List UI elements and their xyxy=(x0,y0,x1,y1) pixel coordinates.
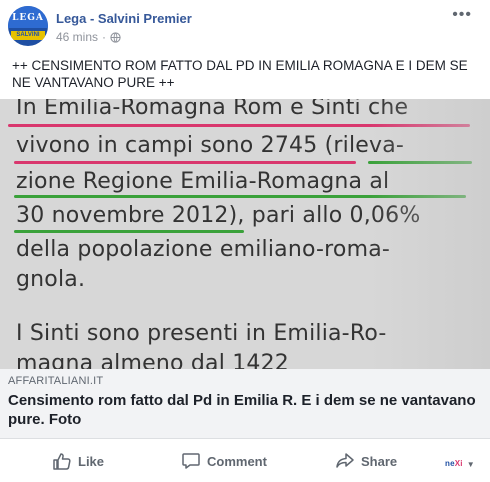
post-meta: 46 mins · xyxy=(56,30,121,44)
page-name-link[interactable]: Lega - Salvini Premier xyxy=(56,11,192,26)
globe-icon[interactable] xyxy=(110,31,121,43)
image-text-line: In Emilia-Romagna Rom e Sinti che xyxy=(16,99,409,120)
image-text-line: I Sinti sono presenti in Emilia-Ro- xyxy=(16,321,387,346)
image-text-line: 30 novembre 2012), pari allo 0,06% xyxy=(16,203,421,228)
link-domain: AFFARITALIANI.IT xyxy=(8,375,104,387)
like-button[interactable]: Like xyxy=(52,450,104,472)
share-label: Share xyxy=(361,453,398,469)
avatar-band-text: SALVINI xyxy=(11,31,45,40)
share-arrow-icon xyxy=(336,453,354,468)
comment-label: Comment xyxy=(207,453,267,469)
nexi-logo-text-b: Xi xyxy=(454,459,463,468)
link-title[interactable]: Censimento rom fatto dal Pd in Emilia R.… xyxy=(8,391,478,429)
chevron-down-icon: ▼ xyxy=(466,459,475,469)
like-label: Like xyxy=(78,453,105,469)
avatar-logo-text: LEGA xyxy=(12,13,44,23)
image-text-line: vivono in campi sono 2745 (rileva- xyxy=(16,133,405,158)
post-actions-bar: Like Comment Share neXi ▼ xyxy=(0,440,490,482)
image-text-line: magna almeno dal 1422 xyxy=(16,351,289,369)
post-timestamp[interactable]: 46 mins xyxy=(56,30,98,44)
green-underline xyxy=(14,230,244,233)
image-text-line: della popolazione emiliano-roma- xyxy=(16,237,391,262)
thumbs-up-icon xyxy=(53,453,71,470)
image-text-line: zione Regione Emilia-Romagna al xyxy=(16,169,390,194)
comment-icon xyxy=(182,453,200,469)
nexi-logo-text-a: ne xyxy=(445,459,455,468)
more-options-icon[interactable]: ••• xyxy=(452,7,472,23)
post-message: ++ CENSIMENTO ROM FATTO DAL PD IN EMILIA… xyxy=(12,58,468,90)
link-preview[interactable]: AFFARITALIANI.IT Censimento rom fatto da… xyxy=(0,369,490,439)
post-as-selector[interactable]: neXi ▼ xyxy=(445,453,475,475)
comment-button[interactable]: Comment xyxy=(181,450,267,472)
facebook-post: LEGA SALVINI Lega - Salvini Premier 46 m… xyxy=(0,0,490,482)
meta-separator: · xyxy=(102,30,107,44)
page-avatar[interactable]: LEGA SALVINI xyxy=(8,6,48,46)
pink-underline xyxy=(14,161,356,164)
nexi-logo: neXi xyxy=(445,460,463,468)
image-shading xyxy=(370,99,490,369)
post-image[interactable]: In Emilia-Romagna Rom e Sinti che vivono… xyxy=(0,99,490,369)
image-text-line: gnola. xyxy=(16,267,86,292)
share-button[interactable]: Share xyxy=(335,450,397,472)
